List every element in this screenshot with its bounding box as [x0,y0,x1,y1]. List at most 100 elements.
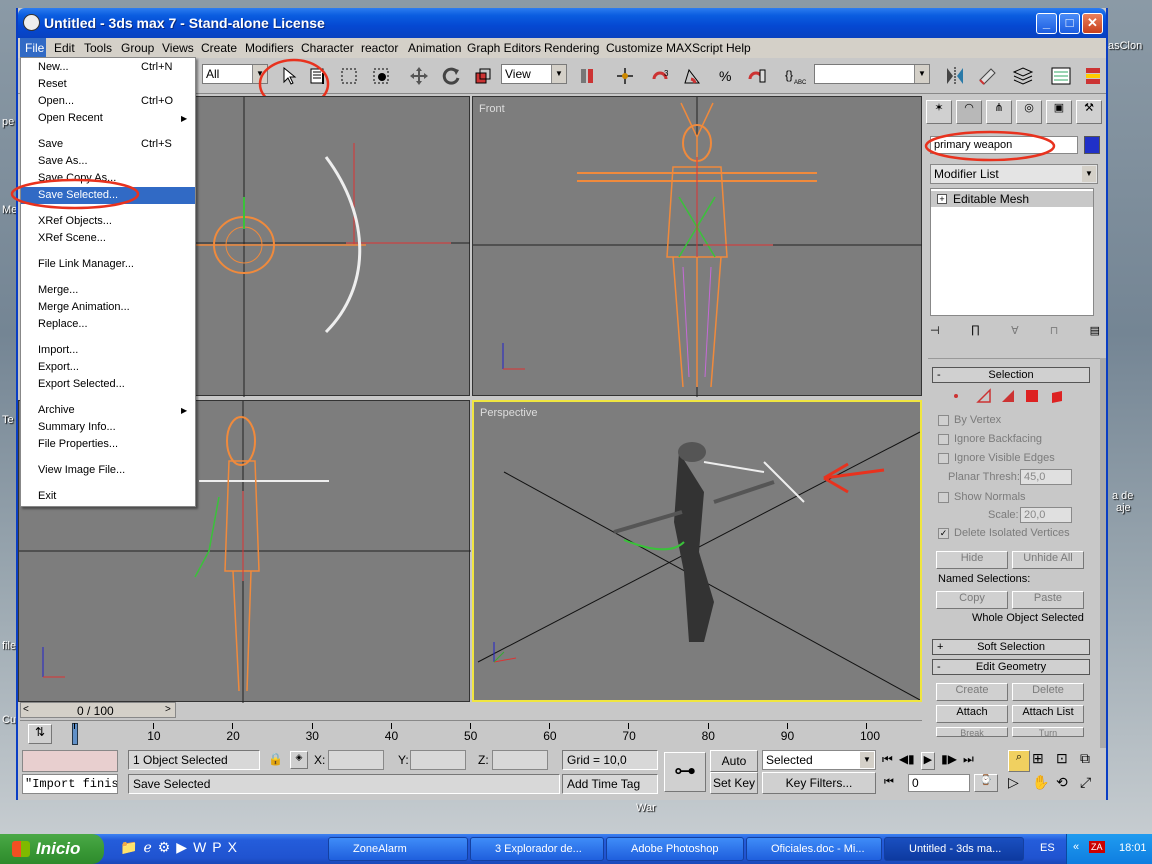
delete-isolated-checkbox[interactable]: ✓ [938,528,949,539]
desktop-icon-label[interactable]: file [2,640,16,652]
menu-help[interactable]: Help [726,41,751,55]
menu-reactor[interactable]: reactor [361,41,398,55]
tray-expand-icon[interactable]: « [1073,841,1079,853]
motion-tab-icon[interactable]: ◎ [1016,100,1042,124]
menu-item-reset[interactable]: Reset [21,76,195,93]
menu-item-archive[interactable]: Archive ▶ [21,402,195,419]
expand-icon[interactable]: + [937,194,947,204]
attach-button[interactable]: Attach [936,705,1008,723]
maximize-button[interactable]: □ [1059,13,1080,34]
word-icon[interactable]: W [193,839,206,859]
make-unique-icon[interactable]: ∀ [1011,324,1019,344]
z-coordinate-field[interactable] [492,750,548,770]
menu-item-save[interactable]: Save Ctrl+S [21,136,195,153]
menu-item-new[interactable]: New... Ctrl+N [21,59,195,76]
menu-group[interactable]: Group [121,41,154,55]
menu-edit[interactable]: Edit [54,41,75,55]
time-configuration-icon[interactable]: ⌚ [974,774,998,792]
next-frame-icon[interactable]: ▮▶ [941,752,957,770]
task-explorer[interactable]: 3 Explorador de... [470,837,604,861]
configure-sets-icon[interactable]: ▤ [1090,324,1100,344]
menu-views[interactable]: Views [162,41,194,55]
pivot-center-icon[interactable] [574,63,600,89]
sub-object-icons[interactable] [948,387,1088,405]
menu-item-merge[interactable]: Merge... [21,282,195,299]
menu-character[interactable]: Character [301,41,354,55]
browser-icon[interactable]: ℯ [143,839,151,859]
paste-button[interactable]: Paste [1012,591,1084,609]
angle-snap-icon[interactable] [680,63,706,89]
set-key-icon[interactable]: ⊶ [664,752,706,792]
zoom-extents-icon[interactable]: ⊡ [1056,750,1078,772]
y-coordinate-field[interactable] [410,750,466,770]
select-manipulate-icon[interactable] [612,63,638,89]
named-selection-set-dropdown[interactable]: ▼ [814,64,930,84]
menu-item-xref-objects[interactable]: XRef Objects... [21,213,195,230]
add-time-tag[interactable]: Add Time Tag [562,774,658,794]
display-tab-icon[interactable]: ▣ [1046,100,1072,124]
object-color-swatch[interactable] [1084,136,1100,154]
menu-item-summary-info[interactable]: Summary Info... [21,419,195,436]
menu-item-file-link-manager[interactable]: File Link Manager... [21,256,195,273]
menu-create[interactable]: Create [201,41,237,55]
modify-tab-icon[interactable]: ◠ [956,100,982,124]
menu-modifiers[interactable]: Modifiers [245,41,294,55]
play-icon[interactable]: ▶ [920,752,936,770]
time-slider-prev[interactable]: < [23,704,29,715]
percent-snap-icon[interactable]: % [712,63,738,89]
task-zonealarm[interactable]: ZoneAlarm [328,837,468,861]
reference-coordinate-dropdown[interactable]: View ▼ [501,64,567,84]
menu-maxscript[interactable]: MAXScript [666,41,723,55]
app-icon[interactable]: ⚙ [158,839,171,859]
auto-key-button[interactable]: Auto Key [710,750,758,788]
set-key-button[interactable]: Set Key [710,772,758,794]
start-button[interactable]: Inicio [0,834,104,864]
menu-item-export-selected[interactable]: Export Selected... [21,376,195,393]
maxscript-listener[interactable] [22,750,118,772]
pan-icon[interactable]: ✋ [1032,774,1054,796]
menu-item-xref-scene[interactable]: XRef Scene... [21,230,195,247]
rotate-icon[interactable] [438,63,464,89]
powerpoint-icon[interactable]: P [212,839,221,859]
folder-icon[interactable]: 📁 [120,839,137,859]
menu-graph-editors[interactable]: Graph Editors [467,41,541,55]
time-slider[interactable]: < 0 / 100 > [20,702,176,718]
create-button[interactable]: Create [936,683,1008,701]
menu-item-save-as[interactable]: Save As... [21,153,195,170]
utilities-tab-icon[interactable]: ⚒ [1076,100,1102,124]
close-button[interactable]: ✕ [1082,13,1103,34]
desktop-icon-label[interactable]: Cu [2,714,16,726]
curve-editor-icon[interactable] [1048,63,1074,89]
align-icon[interactable] [974,63,1000,89]
viewport-front[interactable]: Front [472,96,923,397]
desktop-icon-label[interactable]: Te [2,414,14,426]
attach-list-button[interactable]: Attach List [1012,705,1084,723]
desktop-icon-label[interactable]: asClon [1108,40,1142,52]
command-panel-scrollbar[interactable] [1100,358,1106,748]
absolute-mode-icon[interactable]: ◈ [290,751,308,769]
lock-icon[interactable]: 🔒 [268,752,284,768]
delete-button[interactable]: Delete [1012,683,1084,701]
soft-selection-rollout-header[interactable]: + Soft Selection [932,639,1090,655]
break-button[interactable]: Break [936,727,1008,737]
menu-item-export[interactable]: Export... [21,359,195,376]
field-of-view-icon[interactable]: ▷ [1008,774,1030,796]
go-to-end-icon[interactable]: ⏭ [963,752,974,770]
menu-animation[interactable]: Animation [408,41,461,55]
key-filters-button[interactable]: Key Filters... [762,772,876,794]
menu-customize[interactable]: Customize [606,41,663,55]
menu-item-view-image-file[interactable]: View Image File... [21,462,195,479]
media-icon[interactable]: ▶ [176,839,187,859]
remove-modifier-icon[interactable]: ⊓ [1050,324,1059,344]
excel-icon[interactable]: X [228,839,237,859]
layer-manager-icon[interactable] [1010,63,1036,89]
hierarchy-tab-icon[interactable]: ⋔ [986,100,1012,124]
pin-stack-icon[interactable]: ⊣ [930,324,940,344]
zonealarm-tray-icon[interactable]: ZA [1089,841,1105,853]
clock[interactable]: 18:01 [1119,842,1147,854]
menu-item-open[interactable]: Open... Ctrl+O [21,93,195,110]
language-indicator[interactable]: ES [1040,842,1055,854]
named-selection-icon[interactable]: {} ABC [782,63,808,89]
modifier-list-dropdown[interactable]: Modifier List ▼ [930,164,1098,184]
key-mode-dropdown[interactable]: Selected ▼ [762,750,876,770]
